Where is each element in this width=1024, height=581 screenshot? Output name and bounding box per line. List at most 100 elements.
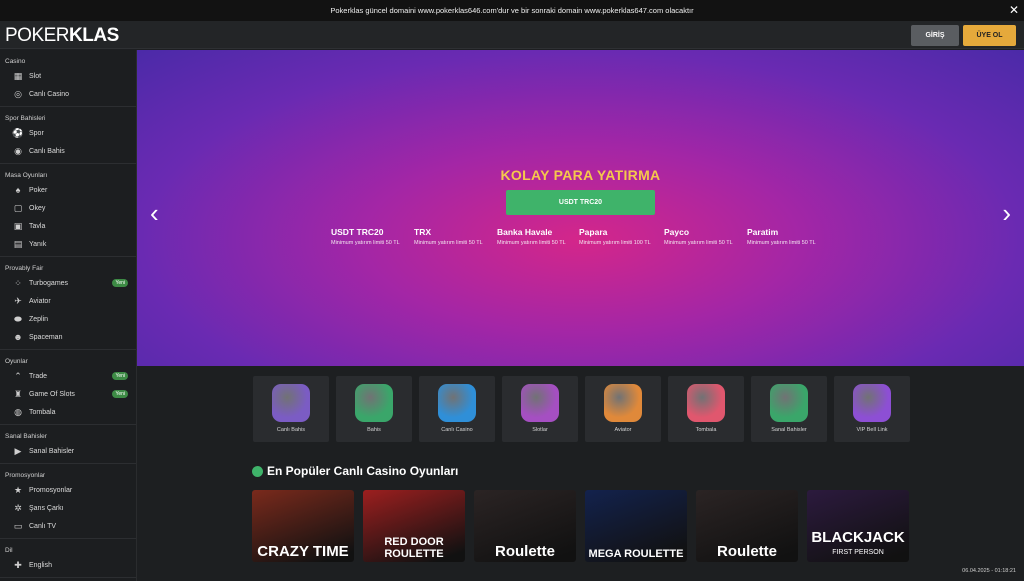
- sidebar-item-tombala[interactable]: ◍ Tombala: [0, 403, 136, 421]
- backgammon-icon: ▣: [13, 220, 23, 231]
- category-tile[interactable]: Canlı Bahis: [253, 376, 329, 442]
- sidebar-item-poker[interactable]: ♠ Poker: [0, 181, 136, 199]
- sidebar-item-canl-bahis[interactable]: ◉ Canlı Bahis: [0, 142, 136, 160]
- logo-light: POKER: [5, 25, 70, 46]
- category-tile-label: Aviator: [614, 427, 632, 433]
- sidebar-item-spor[interactable]: ⚽ Spor: [0, 124, 136, 142]
- payment-method-name: USDT TRC20: [331, 227, 384, 237]
- yanik-icon: ▤: [13, 238, 23, 249]
- sidebar-section-title: Casino: [5, 58, 26, 65]
- payment-method-name: Banka Havale: [497, 227, 553, 237]
- sidebar-item-okey[interactable]: ▢ Okey: [0, 199, 136, 217]
- chip-icon: ◎: [14, 88, 22, 99]
- sidebar-section: Provably Fair ⁘ Turbogames Yeni ✈ Aviator ⬬ Zep…: [0, 257, 136, 350]
- sidebar-section-title: Provably Fair: [5, 265, 44, 272]
- popular-title: En Popüler Canlı Casino Oyunları: [267, 464, 459, 478]
- game-card[interactable]: BLACKJACK FIRST PERSON: [807, 490, 909, 562]
- category-tile-icon: [687, 384, 725, 422]
- sidebar-item--ans-ark-[interactable]: ✲ Şans Çarkı: [0, 499, 136, 517]
- new-badge: Yeni: [112, 279, 128, 287]
- sidebar-item-label: Yanık: [29, 240, 47, 248]
- announcement-text: Pokerklas güncel domaini www.pokerklas64…: [330, 6, 694, 15]
- sidebar-item-label: Şans Çarkı: [29, 504, 64, 512]
- football-icon: ⚽: [12, 127, 24, 138]
- category-tile[interactable]: VIP Bell Link: [834, 376, 910, 442]
- sidebar-item-tavla[interactable]: ▣ Tavla: [0, 217, 136, 235]
- payment-method-limit: Minimum yatırım limiti 50 TL: [414, 240, 483, 246]
- sidebar-item-zeplin[interactable]: ⬬ Zeplin: [0, 310, 136, 328]
- sidebar-item-label: Spaceman: [29, 333, 63, 341]
- sidebar-item-label: Zeplin: [29, 315, 49, 323]
- okey-icon: ▢: [13, 202, 23, 213]
- category-tile-label: Slotlar: [532, 427, 548, 433]
- category-tile[interactable]: Canlı Casino: [419, 376, 495, 442]
- sidebar-section: Casino ▦ Slot ◎ Canlı Casino: [0, 50, 136, 107]
- sidebar-item-label: Aviator: [29, 297, 51, 305]
- chart-line-icon: ⌃: [14, 370, 22, 381]
- sidebar-item-label: Slot: [29, 72, 42, 80]
- game-card[interactable]: RED DOOR ROULETTE: [363, 490, 465, 562]
- payment-method-limit: Minimum yatırım limiti 100 TL: [579, 240, 651, 246]
- wheel-icon: ✲: [14, 502, 22, 513]
- turbogames-icon: ⁘: [14, 277, 22, 288]
- category-tile-label: VIP Bell Link: [856, 427, 888, 433]
- category-tile-icon: [853, 384, 891, 422]
- sidebar-item-canl-tv[interactable]: ▭ Canlı TV: [0, 517, 136, 535]
- sidebar-section: Masa Oyunları ♠ Poker ▢ Okey ▣ Tavla ▤ Yanık: [0, 164, 136, 257]
- payment-method-name: Paratim: [747, 227, 779, 237]
- game-card[interactable]: CRAZY TIME: [252, 490, 354, 562]
- payment-method-limit: Minimum yatırım limiti 50 TL: [664, 240, 733, 246]
- sidebar-item-label: Poker: [29, 186, 48, 194]
- register-button[interactable]: ÜYE OL: [963, 25, 1016, 46]
- category-tile-icon: [604, 384, 642, 422]
- game-card[interactable]: MEGA ROULETTE: [585, 490, 687, 562]
- login-button[interactable]: GİRİŞ: [911, 25, 959, 46]
- category-tile-label: Sanal Bahisler: [771, 427, 807, 433]
- sidebar-item-label: Tombala: [29, 408, 56, 416]
- sidebar-section: Promosyonlar ★ Promosyonlar ✲ Şans Çarkı ▭ Can…: [0, 464, 136, 539]
- sidebar-item-spaceman[interactable]: ☻ Spaceman: [0, 328, 136, 346]
- category-tile-icon: [272, 384, 310, 422]
- category-tile[interactable]: Tombala: [668, 376, 744, 442]
- sidebar-section-title: Dil: [5, 547, 13, 554]
- sidebar-item-label: Game Of Slots: [29, 390, 75, 398]
- deposit-button[interactable]: USDT TRC20: [506, 190, 655, 215]
- sidebar-item-english[interactable]: ✚ English: [0, 556, 136, 574]
- sidebar-item-game-of-slots[interactable]: ♜ Game Of Slots Yeni: [0, 385, 136, 403]
- game-card-title: MEGA ROULETTE: [588, 548, 684, 560]
- sidebar-section-title: Spor Bahisleri: [5, 115, 46, 122]
- category-tiles: Canlı Bahis Bahis Canlı Casino Slotlar Aviat…: [253, 376, 913, 442]
- sidebar-item-label: Okey: [29, 204, 46, 212]
- category-tile-label: Canlı Bahis: [276, 427, 306, 433]
- next-arrow-icon[interactable]: ›: [1002, 198, 1011, 229]
- game-card[interactable]: Roulette: [696, 490, 798, 562]
- sidebar-item-turbogames[interactable]: ⁘ Turbogames Yeni: [0, 274, 136, 292]
- sidebar-item-label: Sanal Bahisler: [29, 447, 75, 455]
- sidebar-section-title: Sanal Bahisler: [5, 433, 47, 440]
- close-icon[interactable]: ✕: [1009, 3, 1019, 17]
- sidebar-item-yan-k[interactable]: ▤ Yanık: [0, 235, 136, 253]
- category-tile[interactable]: Aviator: [585, 376, 661, 442]
- slot-icon: ▦: [13, 70, 23, 81]
- category-tile[interactable]: Sanal Bahisler: [751, 376, 827, 442]
- payment-method-limit: Minimum yatırım limiti 50 TL: [497, 240, 566, 246]
- prev-arrow-icon[interactable]: ‹: [150, 198, 159, 229]
- sidebar-item-label: Trade: [29, 372, 48, 380]
- sidebar-item-trade[interactable]: ⌃ Trade Yeni: [0, 367, 136, 385]
- payment-method-limit: Minimum yatırım limiti 50 TL: [331, 240, 400, 246]
- sidebar-item-promosyonlar[interactable]: ★ Promosyonlar: [0, 481, 136, 499]
- game-card[interactable]: Roulette: [474, 490, 576, 562]
- logo[interactable]: POKERKLAS: [5, 25, 119, 47]
- sidebar-item-sanal-bahisler[interactable]: ▶ Sanal Bahisler: [0, 442, 136, 460]
- category-tile-icon: [521, 384, 559, 422]
- castle-icon: ♜: [13, 388, 23, 399]
- category-tile[interactable]: Bahis: [336, 376, 412, 442]
- category-tile[interactable]: Slotlar: [502, 376, 578, 442]
- sidebar-item-aviator[interactable]: ✈ Aviator: [0, 292, 136, 310]
- zeppelin-icon: ⬬: [14, 313, 22, 324]
- announcement-bar: Pokerklas güncel domaini www.pokerklas64…: [0, 0, 1024, 21]
- sidebar-item-canl-casino[interactable]: ◎ Canlı Casino: [0, 85, 136, 103]
- new-badge: Yeni: [112, 372, 128, 380]
- game-card-title: RED DOOR ROULETTE: [384, 536, 444, 560]
- sidebar-item-slot[interactable]: ▦ Slot: [0, 67, 136, 85]
